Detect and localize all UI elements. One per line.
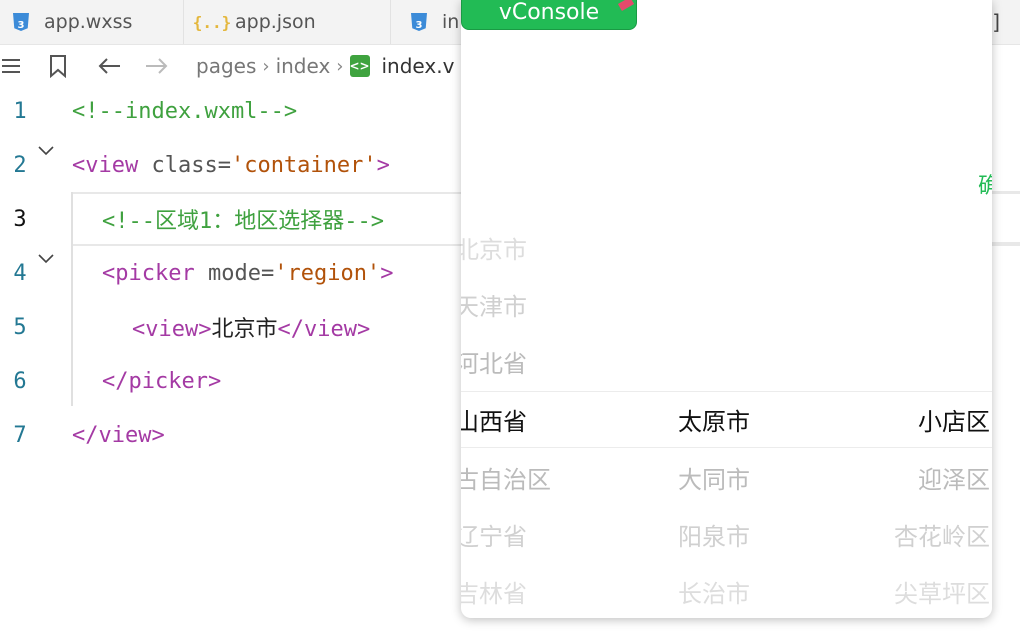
- breadcrumb-item[interactable]: index: [276, 54, 331, 78]
- tab-app-json[interactable]: {..} app.json: [185, 0, 391, 44]
- css-file-icon: 3: [408, 11, 430, 33]
- picker-option[interactable]: 尖草坪区: [894, 563, 990, 618]
- picker-option[interactable]: 北京市: [461, 219, 527, 275]
- code-token: <: [102, 260, 116, 286]
- simulator-panel: vConsole 确 北京市 天津市 河北省 山西省 太原市 小店区 古自治区 …: [461, 0, 992, 618]
- code-token: </: [72, 422, 99, 448]
- breadcrumb-item[interactable]: pages: [196, 54, 256, 78]
- tab-label: app.wxss: [44, 11, 133, 33]
- active-line-highlight-edge: [992, 242, 1020, 244]
- line-number: 7: [13, 422, 27, 448]
- code-token: <: [132, 317, 146, 342]
- css-file-icon: 3: [10, 11, 32, 33]
- code-token: </: [102, 368, 129, 394]
- picker-selected-province[interactable]: 山西省: [461, 391, 527, 447]
- code-token: >: [207, 368, 222, 394]
- picker-option[interactable]: 辽宁省: [461, 506, 527, 562]
- code-token: >: [380, 260, 394, 286]
- tab-label: app.json: [235, 11, 316, 33]
- forward-arrow-icon[interactable]: [145, 57, 169, 75]
- code-token: view: [98, 422, 152, 448]
- code-token: 北京市: [211, 317, 278, 342]
- code-token: view: [145, 317, 199, 342]
- breadcrumb-file[interactable]: index.v: [382, 54, 455, 78]
- tab-index[interactable]: 3 in: [392, 0, 472, 44]
- line-number: 6: [13, 368, 27, 394]
- line-number: 1: [13, 98, 27, 124]
- picker-option[interactable]: 吉林省: [461, 563, 527, 618]
- code-token: picker: [128, 368, 208, 394]
- line-number: 4: [13, 260, 27, 286]
- code-text: <!--index.wxml-->: [72, 99, 297, 124]
- code-token: view: [304, 317, 357, 342]
- json-file-icon: {..}: [192, 12, 232, 32]
- picker-selected-city[interactable]: 太原市: [678, 391, 750, 447]
- line-number: 2: [13, 152, 27, 178]
- code-token: </: [277, 317, 305, 342]
- picker-option[interactable]: 大同市: [678, 449, 750, 505]
- picker-option[interactable]: 古自治区: [461, 449, 551, 505]
- vconsole-button[interactable]: vConsole: [461, 0, 637, 30]
- wxml-file-icon: <>: [349, 55, 370, 77]
- code-token: mode=: [194, 260, 275, 286]
- code-token: >: [356, 317, 371, 342]
- picker-option[interactable]: 天津市: [461, 276, 527, 332]
- code-text: <view>北京市</view>: [132, 311, 370, 343]
- code-token: 'region': [274, 260, 381, 286]
- code-token: <!--区域1：地区选择器-->: [102, 209, 384, 234]
- line-number: 3: [13, 206, 27, 232]
- bookmark-icon[interactable]: [48, 54, 68, 78]
- chevron-right-icon: ›: [336, 55, 344, 77]
- code-token: >: [151, 422, 165, 448]
- code-text: </view>: [72, 423, 165, 448]
- code-text: </picker>: [102, 369, 221, 394]
- picker-option[interactable]: 杏花岭区: [894, 506, 990, 562]
- picker-selected-district[interactable]: 小店区: [918, 391, 990, 447]
- code-token: 'container': [230, 152, 377, 178]
- breadcrumb: pages › index › <> index.v: [196, 54, 454, 78]
- active-line-highlight-edge: [992, 191, 1020, 193]
- picker-confirm-button[interactable]: 确: [978, 168, 992, 200]
- code-token: picker: [115, 260, 195, 286]
- fold-chevron-icon[interactable]: [38, 252, 54, 268]
- picker-option[interactable]: 迎泽区: [918, 449, 990, 505]
- code-text: <!--区域1：地区选择器-->: [102, 203, 384, 235]
- picker-option[interactable]: 河北省: [461, 333, 527, 389]
- menu-icon[interactable]: [0, 58, 22, 74]
- code-token: >: [376, 152, 390, 178]
- code-text: <view class='container'>: [72, 153, 390, 178]
- code-token: view: [85, 152, 139, 178]
- fold-chevron-icon[interactable]: [38, 144, 54, 160]
- code-token: <: [72, 152, 86, 178]
- code-token: >: [198, 317, 212, 342]
- tab-label: in: [442, 11, 460, 33]
- picker-option[interactable]: 长治市: [678, 563, 750, 618]
- tab-app-wxss[interactable]: 3 app.wxss: [0, 0, 184, 44]
- picker-selection-line: [461, 447, 992, 448]
- picker-option[interactable]: 阳泉市: [678, 506, 750, 562]
- chevron-right-icon: ›: [262, 55, 270, 77]
- code-token: class=: [138, 152, 231, 178]
- code-text: <picker mode='region'>: [102, 261, 393, 286]
- code-token: <!--index.wxml-->: [72, 98, 298, 124]
- back-arrow-icon[interactable]: [97, 57, 121, 75]
- line-number: 5: [13, 314, 27, 340]
- tab-overflow-icon[interactable]: ]: [992, 10, 1000, 34]
